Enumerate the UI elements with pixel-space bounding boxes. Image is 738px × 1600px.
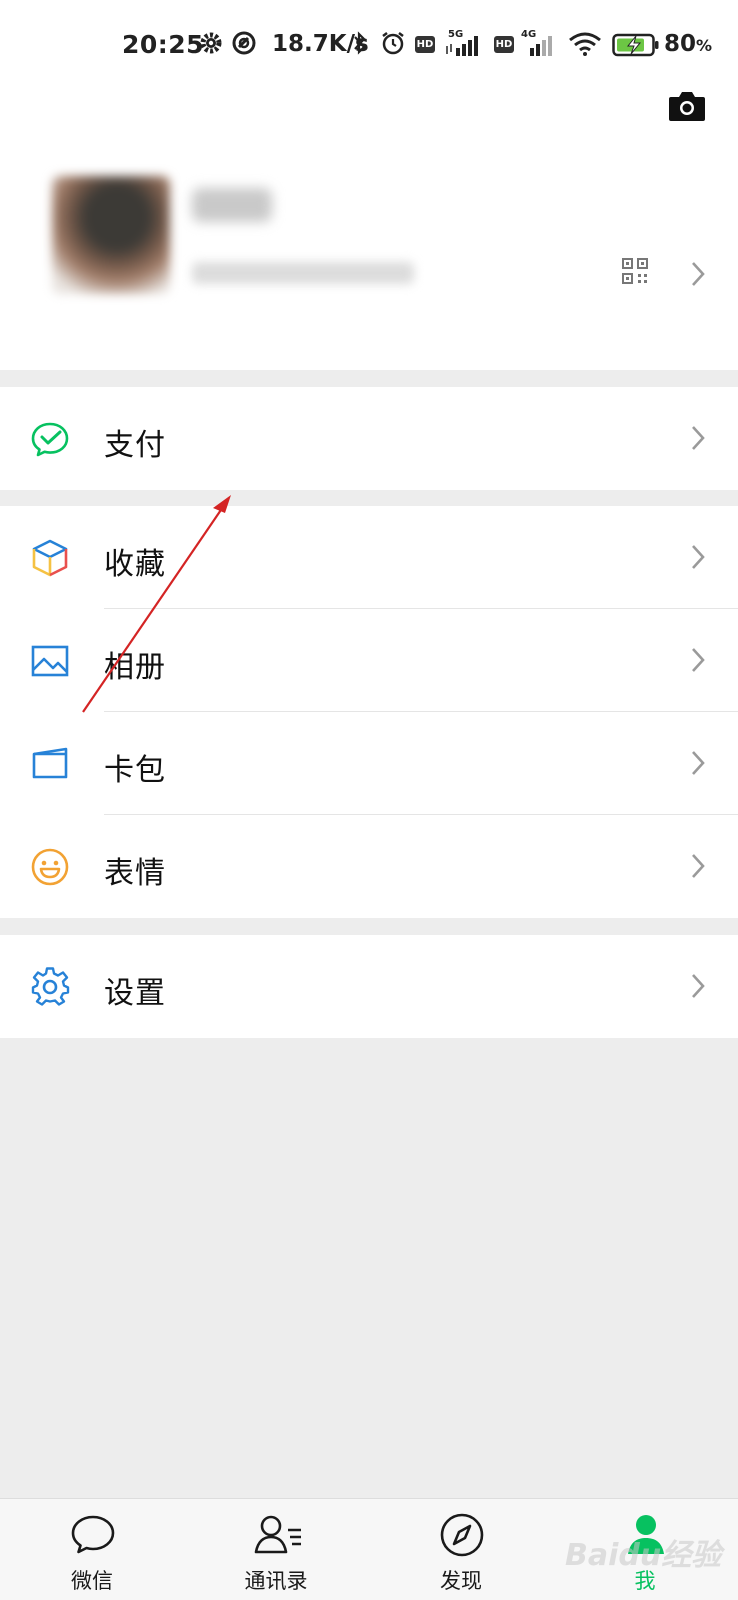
chevron-right-icon — [690, 972, 706, 1000]
alarm-icon — [380, 30, 406, 60]
tab-contacts[interactable]: 通讯录 — [216, 1499, 336, 1600]
sticker-smile-icon — [30, 847, 70, 887]
chevron-right-icon — [690, 543, 706, 571]
menu-item-stickers[interactable]: 表情 — [0, 815, 738, 918]
menu-group-settings: 设置 — [0, 935, 738, 1038]
tab-chats[interactable]: 微信 — [32, 1499, 152, 1600]
signal-4g-icon — [526, 34, 560, 60]
camera-icon[interactable] — [667, 89, 707, 123]
avatar[interactable] — [52, 176, 170, 294]
hd-icon: HD — [415, 36, 435, 53]
tab-label-contacts: 通讯录 — [244, 1569, 308, 1593]
settings-gear-icon — [30, 967, 70, 1007]
chevron-right-icon — [690, 852, 706, 880]
profile-nickname — [192, 188, 272, 222]
wechat-pay-icon — [30, 419, 70, 459]
menu-label-favorites: 收藏 — [104, 547, 166, 582]
tab-label-chats: 微信 — [71, 1569, 113, 1593]
bluetooth-icon — [352, 30, 368, 60]
contacts-icon — [254, 1512, 301, 1558]
chevron-right-icon — [690, 424, 706, 452]
favorites-cube-icon — [30, 538, 70, 578]
baidu-watermark: Baidu经验 — [565, 1538, 722, 1573]
chevron-right-icon — [690, 646, 706, 674]
photo-album-icon — [30, 641, 70, 681]
menu-item-pay[interactable]: 支付 — [0, 387, 738, 490]
chevron-right-icon — [690, 749, 706, 777]
menu-item-card-wallet[interactable]: 卡包 — [0, 712, 738, 815]
signal-5g-icon — [446, 34, 486, 60]
tab-label-discover: 发现 — [440, 1569, 482, 1593]
menu-label-stickers: 表情 — [104, 856, 166, 891]
tab-discover[interactable]: 发现 — [401, 1499, 521, 1600]
menu-label-settings: 设置 — [104, 976, 166, 1011]
menu-item-settings[interactable]: 设置 — [0, 935, 738, 1038]
menu-group-services: 收藏 相册 卡包 表情 — [0, 506, 738, 918]
settings-gear-icon — [199, 30, 223, 60]
status-bar: 20:25 18.7K/s HD 5G HD 4G 80% — [0, 0, 738, 88]
status-time: 20:25 — [122, 30, 205, 59]
battery-percent: 80% — [664, 31, 713, 57]
menu-item-favorites[interactable]: 收藏 — [0, 506, 738, 609]
menu-label-pay: 支付 — [104, 428, 166, 463]
vpn-icon — [231, 30, 257, 60]
menu-label-card-wallet: 卡包 — [104, 753, 166, 788]
menu-label-album: 相册 — [104, 650, 166, 685]
chevron-right-icon — [690, 260, 706, 288]
qr-code-icon[interactable] — [622, 258, 648, 284]
chat-bubble-icon — [70, 1512, 116, 1558]
compass-icon — [439, 1512, 485, 1558]
profile-wechat-id — [192, 262, 414, 284]
hd-icon: HD — [494, 36, 514, 53]
wifi-icon — [568, 32, 602, 60]
profile-header[interactable] — [0, 88, 738, 370]
menu-item-album[interactable]: 相册 — [0, 609, 738, 712]
card-wallet-icon — [30, 744, 70, 784]
battery-charging-icon — [612, 33, 660, 61]
menu-group-pay: 支付 — [0, 387, 738, 490]
